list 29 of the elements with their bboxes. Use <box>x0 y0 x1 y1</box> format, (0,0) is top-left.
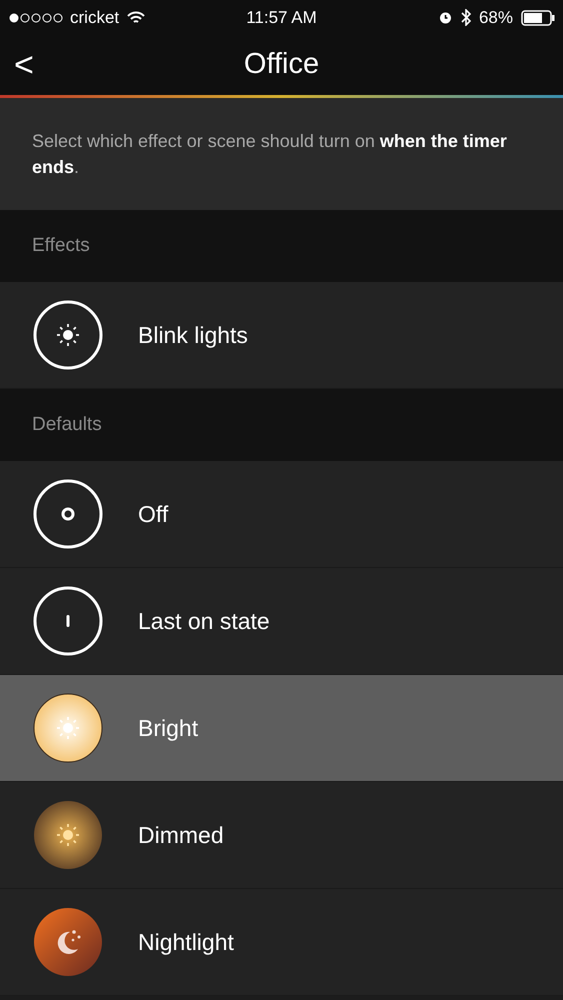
sun-icon <box>32 299 104 371</box>
description-text: Select which effect or scene should turn on when the timer ends. <box>32 130 508 179</box>
scene-label: Nightlight <box>138 928 234 957</box>
section-header: Defaults <box>32 412 102 437</box>
sun-icon <box>32 799 104 871</box>
bluetooth-icon <box>460 9 471 26</box>
scene-row[interactable]: Blink lights <box>0 282 563 389</box>
ring-icon <box>32 478 104 550</box>
moon-icon <box>32 906 104 978</box>
back-button[interactable]: < <box>10 48 38 82</box>
section-header: Effects <box>32 234 90 258</box>
scene-label: Last on state <box>138 606 270 636</box>
scene-label: Blink lights <box>138 320 248 350</box>
clock-time: 11:57 AM <box>245 6 318 29</box>
sun-icon <box>32 692 104 764</box>
scene-row[interactable]: Dimmed <box>0 782 563 889</box>
scene-label: Bright <box>138 714 198 743</box>
scene-row[interactable]: Last on state <box>0 568 563 675</box>
screen-title: Office <box>244 47 320 82</box>
alarm-icon <box>438 10 453 25</box>
scene-label: Dimmed <box>138 820 224 850</box>
wifi-icon <box>127 10 146 24</box>
battery-percent: 68% <box>478 6 513 29</box>
battery-icon <box>520 10 555 26</box>
scene-row[interactable]: Bright <box>0 675 563 782</box>
scene-row[interactable]: Off <box>0 461 563 568</box>
scene-row[interactable]: Nightlight <box>0 889 563 996</box>
carrier-name: cricket <box>70 6 120 29</box>
scene-label: Off <box>138 500 168 529</box>
